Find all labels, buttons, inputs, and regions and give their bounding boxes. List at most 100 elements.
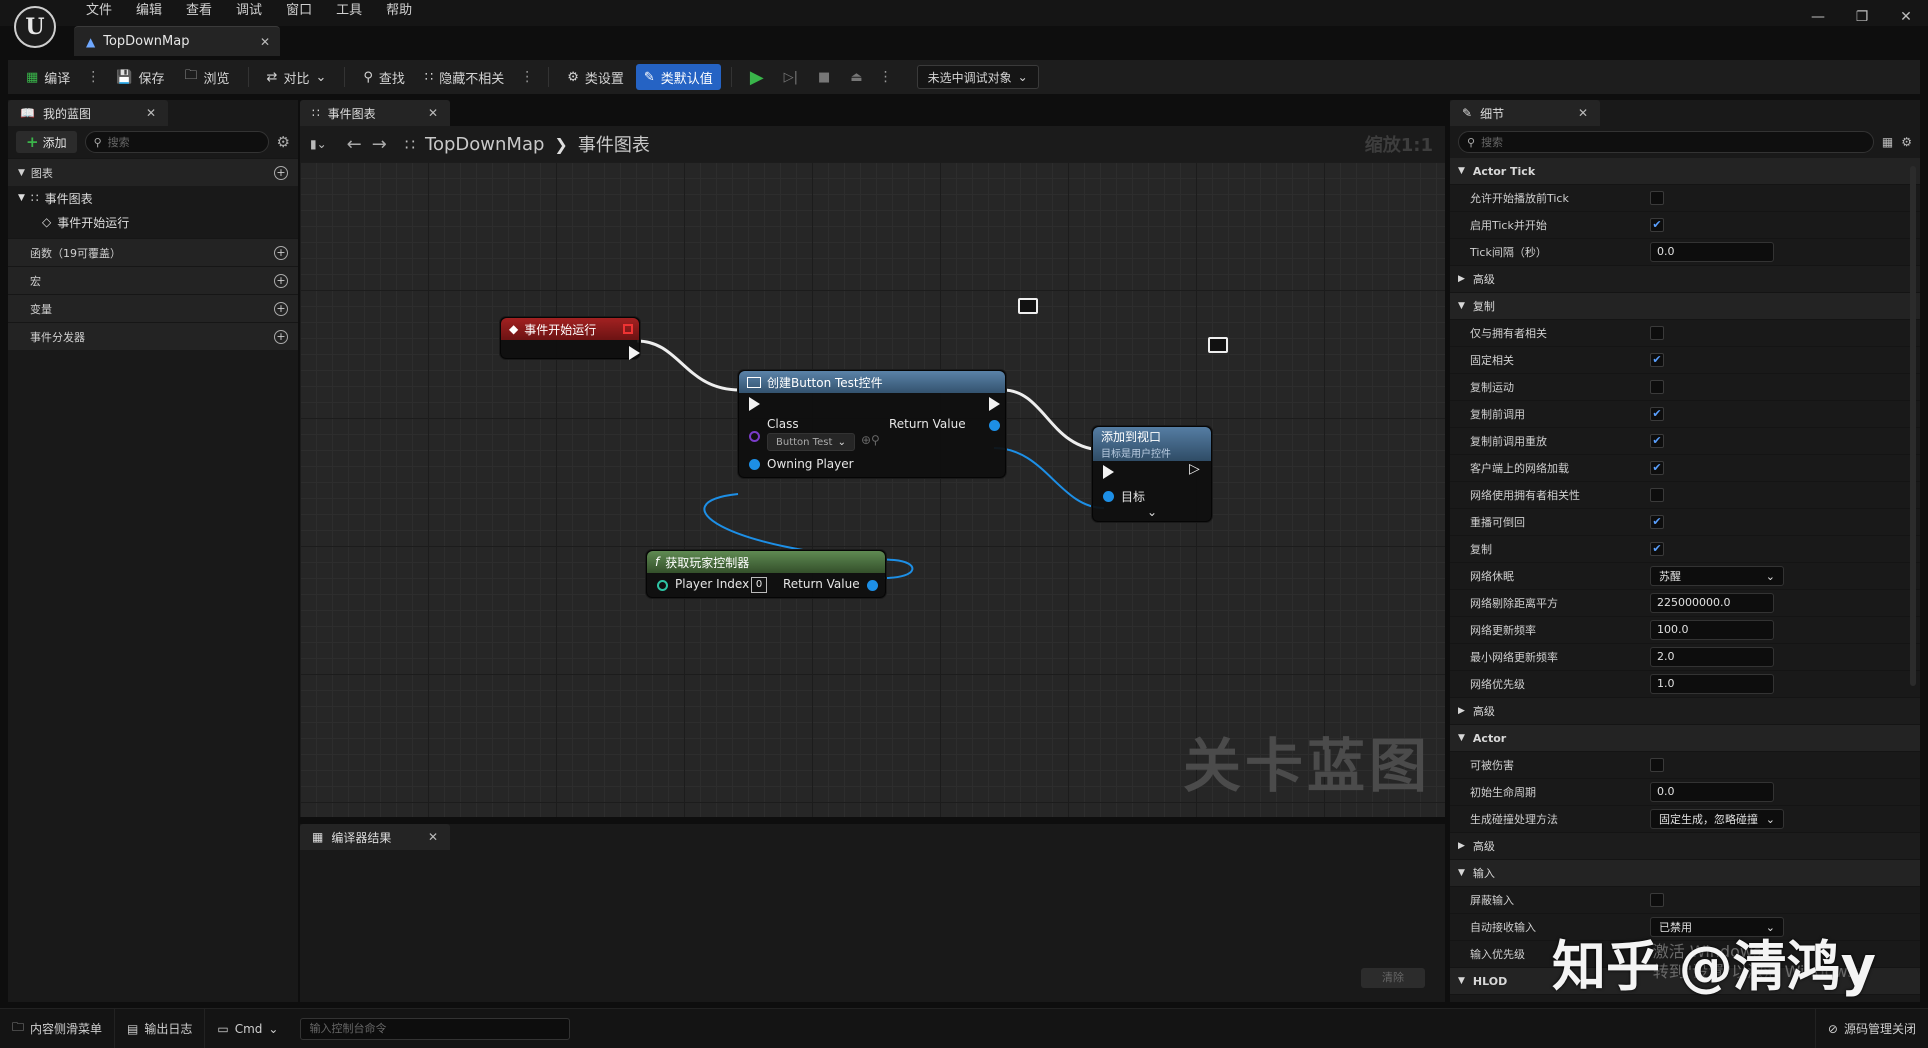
- property-checkbox[interactable]: ✔: [1650, 353, 1664, 367]
- tab-event-graph[interactable]: ∷ 事件图表 ✕: [300, 100, 450, 126]
- play-options-icon[interactable]: ⋮: [875, 69, 897, 85]
- back-arrow-icon[interactable]: ←: [347, 134, 362, 155]
- more-options-icon[interactable]: ⋮: [516, 69, 538, 85]
- class-settings-button[interactable]: ⚙ 类设置: [559, 64, 632, 90]
- exec-out-pin[interactable]: [989, 397, 1000, 411]
- details-category[interactable]: ▼ Actor: [1450, 725, 1920, 752]
- property-checkbox[interactable]: ✔: [1650, 461, 1664, 475]
- source-control-button[interactable]: ⊘ 源码管理关闭: [1814, 1008, 1928, 1048]
- document-tab[interactable]: ▲ TopDownMap ✕: [74, 26, 280, 56]
- owning-player-pin[interactable]: [749, 459, 760, 470]
- close-icon[interactable]: ✕: [146, 106, 156, 120]
- graph-canvas[interactable]: ◆ 事件开始运行 创建Button Test控件 Class Button Te…: [300, 162, 1445, 817]
- add-function-icon[interactable]: +: [274, 246, 288, 260]
- breadcrumb-root[interactable]: TopDownMap: [425, 134, 544, 155]
- close-icon[interactable]: ✕: [428, 830, 438, 844]
- step-button[interactable]: ▷|: [776, 64, 806, 90]
- compile-button[interactable]: ▦ 编译: [18, 64, 78, 90]
- tab-details[interactable]: ✎ 细节 ✕: [1450, 100, 1600, 126]
- target-pin[interactable]: [1103, 491, 1114, 502]
- property-checkbox[interactable]: [1650, 758, 1664, 772]
- property-checkbox[interactable]: ✔: [1650, 434, 1664, 448]
- console-command-input[interactable]: 输入控制台命令: [300, 1017, 571, 1040]
- bookmark-icon[interactable]: ▮⌄: [310, 137, 327, 151]
- section-dispatchers[interactable]: 事件分发器 +: [8, 322, 298, 350]
- property-dropdown[interactable]: 固定生成，忽略碰撞 ⌄: [1650, 809, 1784, 829]
- stop-button[interactable]: ■: [810, 64, 838, 90]
- tab-compiler-results[interactable]: ▦ 编译器结果 ✕: [300, 824, 450, 850]
- add-graph-icon[interactable]: +: [274, 166, 288, 180]
- unreal-logo-icon[interactable]: U: [14, 6, 56, 48]
- exec-out-pin[interactable]: [629, 346, 640, 360]
- property-number-field[interactable]: 2.0: [1650, 647, 1774, 667]
- add-button[interactable]: + 添加: [16, 131, 77, 153]
- exec-in-pin[interactable]: [749, 397, 760, 411]
- menu-view[interactable]: 查看: [174, 0, 224, 22]
- gear-icon[interactable]: ⚙: [277, 133, 290, 151]
- clear-button[interactable]: 清除: [1361, 968, 1425, 988]
- return-value-pin[interactable]: [867, 580, 878, 591]
- content-drawer-button[interactable]: 🗀 内容侧滑菜单: [0, 1008, 116, 1048]
- class-pin[interactable]: [749, 431, 760, 442]
- player-index-pin[interactable]: [657, 580, 668, 591]
- details-category[interactable]: ▼ 输入: [1450, 860, 1920, 887]
- property-number-field[interactable]: 1.0: [1650, 674, 1774, 694]
- property-number-field[interactable]: 225000000.0: [1650, 593, 1774, 613]
- menu-debug[interactable]: 调试: [224, 0, 274, 22]
- expand-chevron-icon[interactable]: ⌄: [1147, 505, 1157, 519]
- node-add-to-viewport[interactable]: 添加到视口 目标是用户控件 ▷ 目标 ⌄: [1092, 426, 1212, 522]
- property-checkbox[interactable]: ✔: [1650, 218, 1664, 232]
- close-window-icon[interactable]: ✕: [1884, 0, 1928, 34]
- eject-button[interactable]: ⏏: [842, 64, 870, 90]
- details-search-input[interactable]: ⚲ 搜索: [1458, 131, 1874, 153]
- my-blueprint-search-input[interactable]: ⚲ 搜索: [84, 131, 269, 153]
- gear-icon[interactable]: ⚙: [1901, 135, 1912, 149]
- details-advanced-toggle[interactable]: ▶ 高级: [1450, 833, 1920, 860]
- breadcrumb-leaf[interactable]: 事件图表: [578, 131, 650, 157]
- menu-help[interactable]: 帮助: [374, 0, 424, 22]
- property-number-field[interactable]: 0.0: [1650, 242, 1774, 262]
- output-log-button[interactable]: ▤ 输出日志: [115, 1008, 206, 1048]
- return-value-pin[interactable]: [989, 420, 1000, 431]
- tree-item-event-graph[interactable]: ▼ ∷ 事件图表: [8, 186, 298, 210]
- details-category[interactable]: ▼ Actor Tick: [1450, 158, 1920, 185]
- find-button[interactable]: ⚲ 查找: [355, 64, 413, 90]
- diff-button[interactable]: ⇄ 对比 ⌄: [259, 64, 335, 90]
- details-advanced-toggle[interactable]: ▶ 高级: [1450, 698, 1920, 725]
- close-icon[interactable]: ✕: [1578, 106, 1588, 120]
- save-button[interactable]: 💾 保存: [108, 64, 172, 90]
- close-icon[interactable]: ✕: [428, 106, 438, 120]
- minimize-icon[interactable]: —: [1796, 0, 1840, 34]
- delegate-pin-icon[interactable]: [623, 324, 633, 334]
- property-number-field[interactable]: 100.0: [1650, 620, 1774, 640]
- property-checkbox[interactable]: [1650, 893, 1664, 907]
- property-checkbox[interactable]: ✔: [1650, 515, 1664, 529]
- play-button[interactable]: ▶: [742, 64, 772, 90]
- details-scrollbar[interactable]: [1910, 166, 1916, 686]
- property-number-field[interactable]: 0.0: [1650, 782, 1774, 802]
- property-checkbox[interactable]: ✔: [1650, 542, 1664, 556]
- property-dropdown[interactable]: 苏醒 ⌄: [1650, 566, 1784, 586]
- menu-file[interactable]: 文件: [74, 0, 124, 22]
- menu-window[interactable]: 窗口: [274, 0, 324, 22]
- exec-in-pin[interactable]: [1103, 465, 1114, 479]
- compile-options-icon[interactable]: ⋮: [82, 69, 104, 85]
- table-view-icon[interactable]: ▦: [1882, 135, 1893, 149]
- cmd-dropdown[interactable]: ▭ Cmd ⌄: [205, 1009, 290, 1048]
- node-create-widget[interactable]: 创建Button Test控件 Class Button Test ⌄ ⊕⚲ R…: [738, 370, 1006, 478]
- property-checkbox[interactable]: ✔: [1650, 407, 1664, 421]
- debug-object-dropdown[interactable]: 未选中调试对象 ⌄: [916, 65, 1039, 89]
- section-functions[interactable]: 函数（19可覆盖） +: [8, 238, 298, 266]
- property-checkbox[interactable]: [1650, 191, 1664, 205]
- browse-asset-icon[interactable]: ⊕⚲: [861, 433, 880, 447]
- details-category[interactable]: ▼ 复制: [1450, 293, 1920, 320]
- menu-edit[interactable]: 编辑: [124, 0, 174, 22]
- property-checkbox[interactable]: [1650, 326, 1664, 340]
- class-selector[interactable]: Button Test ⌄: [767, 433, 855, 451]
- add-variable-icon[interactable]: +: [274, 302, 288, 316]
- add-dispatcher-icon[interactable]: +: [274, 330, 288, 344]
- node-begin-play[interactable]: ◆ 事件开始运行: [500, 317, 640, 360]
- section-variables[interactable]: 变量 +: [8, 294, 298, 322]
- tab-my-blueprint[interactable]: 📖 我的蓝图 ✕: [8, 100, 168, 126]
- class-defaults-button[interactable]: ✎ 类默认值: [635, 64, 721, 90]
